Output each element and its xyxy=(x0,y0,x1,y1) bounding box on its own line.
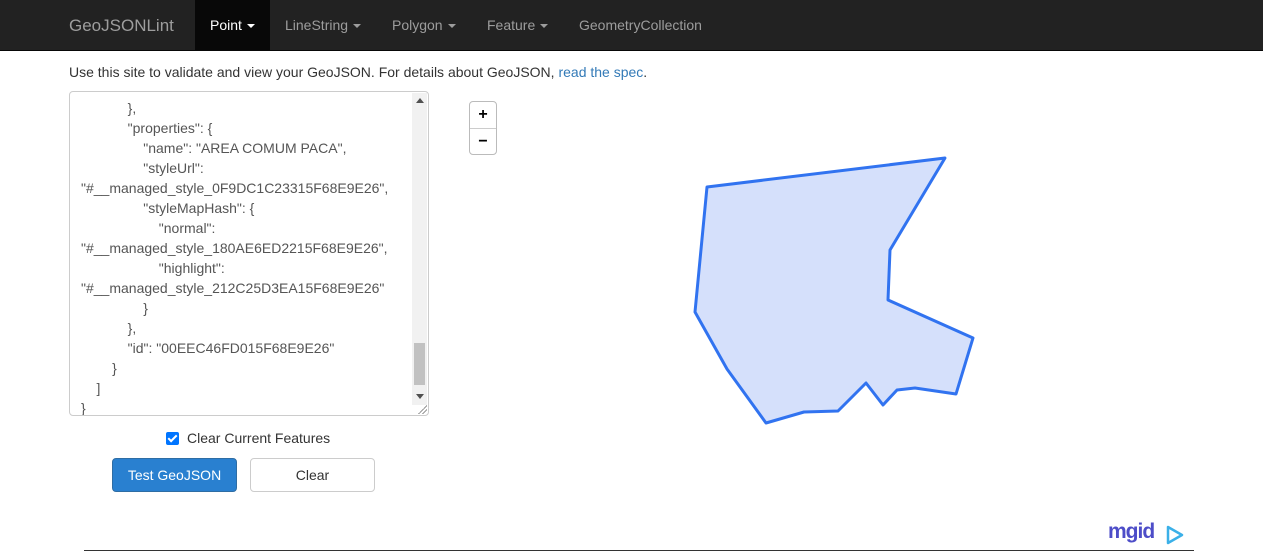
footer-divider xyxy=(84,550,1194,551)
nav-item-label: GeometryCollection xyxy=(579,17,702,33)
caret-down-icon xyxy=(447,24,456,29)
editor-scrollbar[interactable] xyxy=(412,93,427,405)
scroll-thumb[interactable] xyxy=(414,343,425,385)
caret-down-icon xyxy=(353,24,362,29)
brand-logo[interactable]: GeoJSONLint xyxy=(69,0,174,51)
zoom-control: + − xyxy=(469,101,497,155)
geojson-text: }, "properties": { "name": "AREA COMUM P… xyxy=(81,100,389,416)
caret-down-icon xyxy=(246,24,255,29)
nav-point-dropdown[interactable]: Point xyxy=(195,0,270,51)
nav-geometrycollection[interactable]: GeometryCollection xyxy=(564,0,717,51)
test-geojson-button[interactable]: Test GeoJSON xyxy=(112,458,237,492)
zoom-out-button[interactable]: − xyxy=(470,129,496,155)
nav-feature-dropdown[interactable]: Feature xyxy=(472,0,563,51)
clear-features-label[interactable]: Clear Current Features xyxy=(187,430,330,446)
scroll-up-icon[interactable] xyxy=(416,98,424,103)
nav-polygon-dropdown[interactable]: Polygon xyxy=(377,0,471,51)
resize-grip-icon[interactable] xyxy=(417,404,427,414)
clear-features-option[interactable]: Clear Current Features xyxy=(166,428,330,448)
play-triangle-icon[interactable] xyxy=(1165,525,1185,545)
nav-item-label: Feature xyxy=(487,17,536,33)
spec-link[interactable]: read the spec xyxy=(558,64,643,80)
geojson-textarea[interactable]: }, "properties": { "name": "AREA COMUM P… xyxy=(69,91,429,416)
navbar: GeoJSONLint Point LineString Polygon Fea… xyxy=(0,0,1263,51)
clear-button[interactable]: Clear xyxy=(250,458,375,492)
nav-item-label: Polygon xyxy=(392,17,443,33)
nav-item-label: Point xyxy=(210,17,242,33)
geojson-polygon[interactable] xyxy=(693,156,975,425)
intro-text: Use this site to validate and view your … xyxy=(69,64,648,80)
nav-linestring-dropdown[interactable]: LineString xyxy=(270,0,376,51)
zoom-in-button[interactable]: + xyxy=(470,102,496,129)
caret-down-icon xyxy=(540,24,549,29)
map-canvas[interactable] xyxy=(440,91,1263,511)
mgid-logo[interactable]: mgid xyxy=(1108,520,1155,544)
scroll-down-icon[interactable] xyxy=(416,394,424,399)
nav-item-label: LineString xyxy=(285,17,349,33)
clear-features-checkbox[interactable] xyxy=(166,431,179,445)
